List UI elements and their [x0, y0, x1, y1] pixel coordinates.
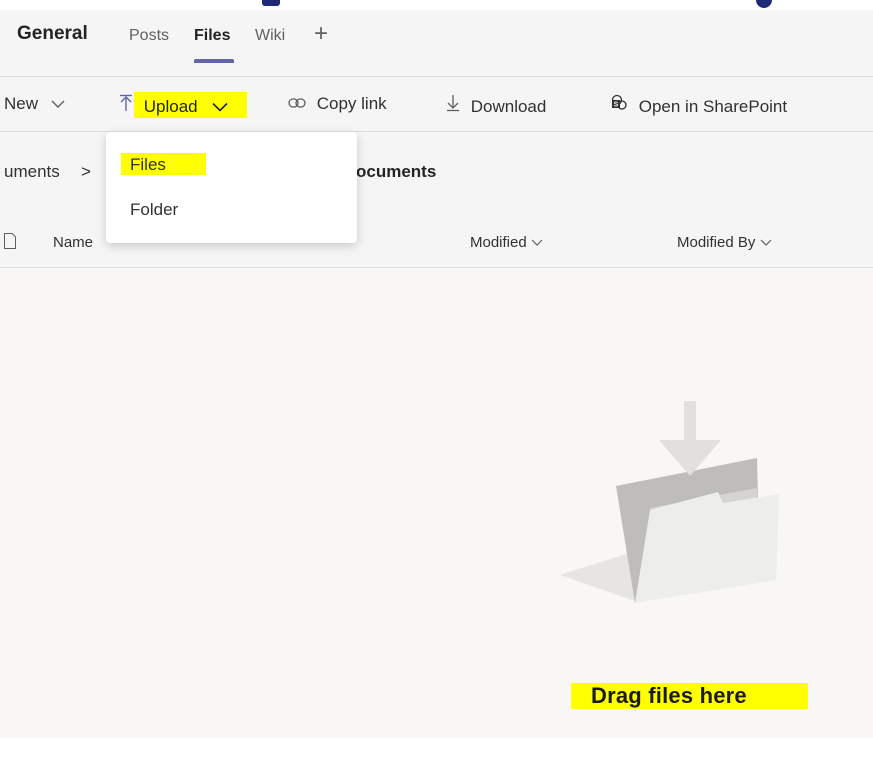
chevron-down-icon [531, 234, 543, 251]
sharepoint-icon: S [610, 94, 628, 117]
new-button-label: New [4, 94, 39, 113]
column-modified-by[interactable]: Modified By [677, 234, 772, 251]
upload-button-label: Upload [143, 97, 198, 116]
upload-folder-item[interactable]: Folder [130, 200, 178, 220]
open-sharepoint-label: Open in SharePoint [638, 97, 788, 116]
copy-link-button[interactable]: Copy link [288, 94, 387, 114]
upload-files-item[interactable]: Files [130, 155, 166, 175]
download-button[interactable]: Download [446, 94, 546, 117]
new-button[interactable]: New [4, 94, 65, 114]
column-modified-label: Modified [470, 234, 527, 251]
arrow-up-bar-icon [119, 94, 133, 117]
column-name-label: Name [53, 234, 94, 251]
breadcrumb-parent[interactable]: uments [4, 162, 60, 182]
file-icon [4, 233, 16, 254]
column-name[interactable]: Name [53, 234, 93, 251]
chevron-down-icon [760, 234, 772, 251]
channel-title: General [17, 23, 88, 44]
breadcrumb-separator: > [81, 162, 91, 181]
folder-drop-icon [558, 398, 783, 613]
column-modified[interactable]: Modified [470, 234, 543, 251]
upload-menu [106, 132, 357, 243]
link-icon [288, 94, 306, 114]
tab-files[interactable]: Files [194, 27, 230, 45]
download-label: Download [470, 97, 547, 116]
tab-posts[interactable]: Posts [129, 27, 169, 45]
column-modified-by-label: Modified By [677, 234, 756, 251]
upload-button[interactable]: Upload [119, 94, 228, 117]
chevron-down-icon [51, 94, 65, 114]
add-tab-button[interactable]: + [314, 20, 328, 48]
page-bottom [0, 738, 873, 766]
breadcrumb-current: ocuments [356, 162, 437, 181]
top-banner-fragment [0, 0, 873, 10]
copy-link-label: Copy link [316, 94, 387, 113]
tab-wiki[interactable]: Wiki [255, 27, 285, 45]
active-tab-indicator [194, 59, 234, 63]
chevron-down-icon [212, 97, 228, 117]
drag-files-label: Drag files here [591, 683, 747, 708]
svg-text:S: S [614, 102, 619, 109]
arrow-down-bar-icon [446, 94, 460, 117]
open-sharepoint-button[interactable]: S Open in SharePoint [610, 94, 787, 117]
